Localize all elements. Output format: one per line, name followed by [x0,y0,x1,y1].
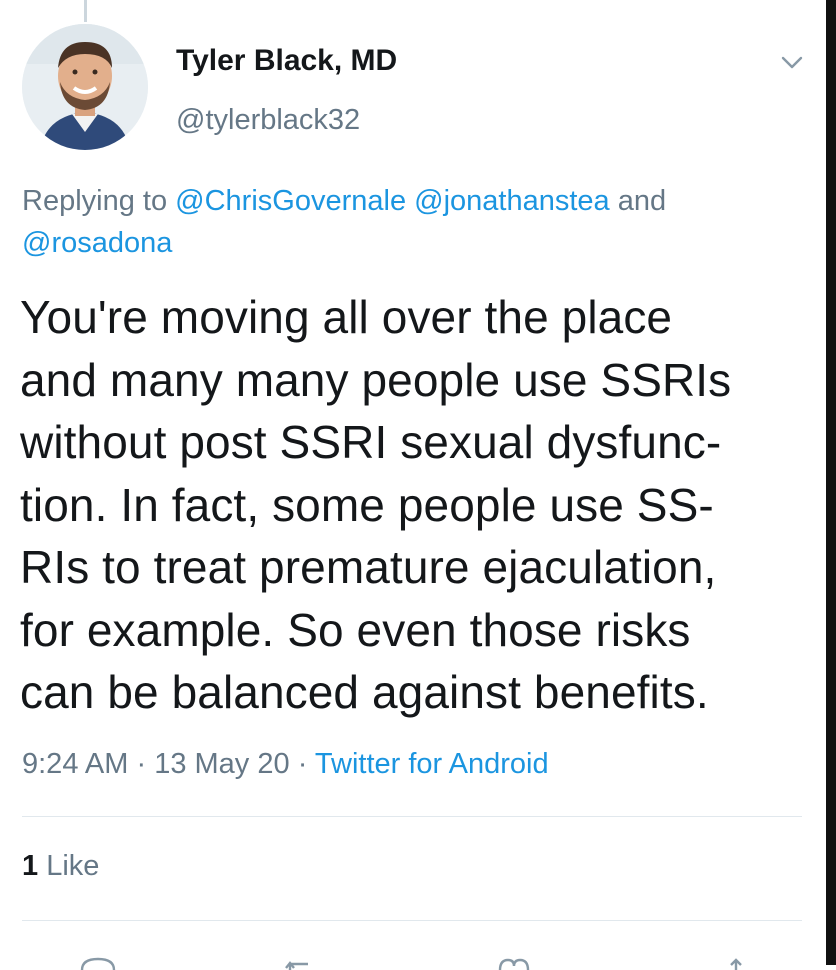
likes-summary[interactable]: 1 Like [22,850,99,883]
tweet-text-line: and many many people use SSRIs [20,353,732,406]
like-count: 1 [22,850,39,882]
meta-separator: · [136,748,147,780]
tweet-source-link[interactable]: Twitter for Android [315,748,549,780]
tweet-body: You're moving all over the place and man… [20,286,810,724]
replying-to-line: Replying to @ChrisGovernale @jonathanste… [22,180,802,264]
mention-link[interactable]: @ChrisGovernale [175,185,406,217]
meta-separator: · [297,748,308,780]
divider [22,920,802,921]
share-icon[interactable] [716,950,756,970]
tweet-text-line: for example. So even those risks [20,603,691,656]
avatar-image [22,24,148,150]
author-name[interactable]: Tyler Black, MD [176,44,397,78]
avatar[interactable] [22,24,148,150]
tweet-date[interactable]: 13 May 20 [154,748,289,780]
mention-link[interactable]: @rosadona [22,227,172,259]
author-handle[interactable]: @tylerblack32 [176,104,360,137]
tweet-text-line: tion. In fact, some people use SS- [20,478,714,531]
tweet-text-line: can be balanced against benefits. [20,666,709,718]
mention-link[interactable]: @jonathanstea [414,185,610,217]
thread-connector-line [84,0,87,22]
like-icon[interactable] [494,950,534,970]
tweet-text-line: RIs to treat premature ejaculation, [20,541,717,593]
reply-icon[interactable] [78,950,118,970]
chevron-down-icon[interactable] [778,48,806,76]
divider [22,816,802,817]
tweet-time[interactable]: 9:24 AM [22,748,128,780]
like-label: Like [46,850,100,882]
tweet-metadata: 9:24 AM · 13 May 20 · Twitter for Androi… [22,748,549,781]
replying-conjunction: and [617,185,667,217]
screen-edge [826,0,836,965]
tweet-text-line: without post SSRI sexual dysfunc- [20,416,722,468]
replying-to-label: Replying to [22,185,168,217]
retweet-icon[interactable] [282,950,322,970]
tweet-text-line: You're moving all over the place [20,291,673,343]
